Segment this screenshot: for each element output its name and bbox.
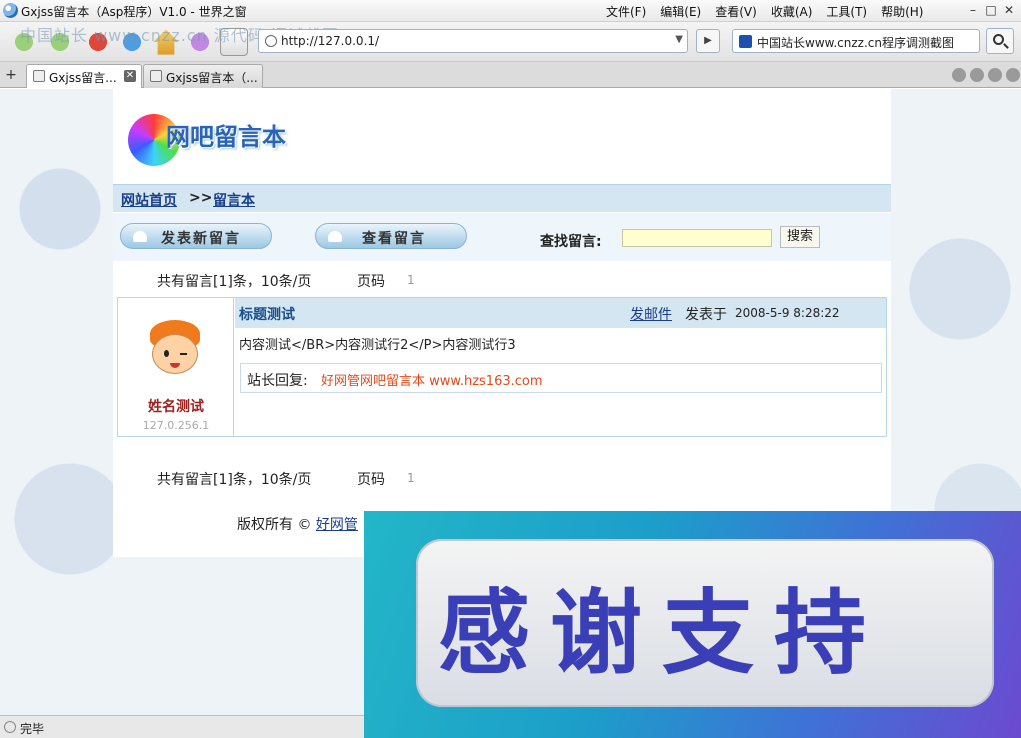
guestbook-container: 网吧留言本 网站首页 >> 留言本 发表新留言 查看留言 查找留言: 搜索 共有… xyxy=(113,89,891,557)
copyright-link[interactable]: 好网管 xyxy=(316,517,358,533)
tab-scroll-right-icon[interactable] xyxy=(988,68,1002,82)
new-tab-button[interactable]: + xyxy=(2,65,20,85)
pager-summary: 共有留言[1]条，10条/页 xyxy=(157,274,312,290)
status-text: 完毕 xyxy=(20,722,45,736)
copyright: 版权所有 © 好网管 xyxy=(237,514,358,534)
status-bar: 完毕 xyxy=(0,715,364,738)
menu-bar: 文件(F) 编辑(E) 查看(V) 收藏(A) 工具(T) 帮助(H) xyxy=(606,3,937,20)
author-ip: 127.0.256.1 xyxy=(142,419,210,432)
posted-label: 发表于 xyxy=(685,307,727,323)
message-header: 标题测试 发邮件 发表于 2008-5-9 8:28:22 xyxy=(235,298,886,328)
tab-list-icon[interactable] xyxy=(952,68,966,82)
reply-label: 站长回复: xyxy=(247,373,308,389)
message-card: 姓名测试 127.0.256.1 标题测试 发邮件 发表于 2008-5-9 8… xyxy=(117,297,887,437)
pager-summary: 共有留言[1]条，10条/页 xyxy=(157,472,312,488)
status-globe-icon xyxy=(4,721,16,733)
menu-view[interactable]: 查看(V) xyxy=(715,3,757,20)
avatar-face xyxy=(152,334,198,374)
view-messages-button[interactable]: 查看留言 xyxy=(315,223,467,249)
breadcrumb-separator: >> xyxy=(189,190,213,206)
page-icon xyxy=(150,70,162,82)
search-box[interactable]: 中国站长www.cnzz.cn程序调测截图 xyxy=(732,29,980,53)
globe-icon xyxy=(265,35,277,47)
avatar-wink xyxy=(180,353,187,355)
pager-top: 共有留言[1]条，10条/页 页码 1 xyxy=(113,265,891,293)
breadcrumb-current-link[interactable]: 留言本 xyxy=(213,190,255,210)
avatar xyxy=(144,320,206,382)
tab-scroll-left-icon[interactable] xyxy=(970,68,984,82)
avatar-eye xyxy=(164,350,169,357)
close-window-button[interactable]: ✕ xyxy=(1002,3,1016,17)
search-icon xyxy=(993,34,1004,45)
logo-text: 网吧留言本 xyxy=(166,123,286,151)
address-bar[interactable]: http://127.0.0.1/ ▼ xyxy=(258,29,688,53)
maximize-button[interactable]: □ xyxy=(984,3,998,17)
menu-help[interactable]: 帮助(H) xyxy=(881,3,923,20)
page-number-link[interactable]: 1 xyxy=(407,471,415,485)
pager-label: 页码 xyxy=(357,274,385,290)
new-message-button[interactable]: 发表新留言 xyxy=(120,223,272,249)
send-mail-link[interactable]: 发邮件 xyxy=(630,304,672,324)
tab-close-icon[interactable] xyxy=(1006,68,1020,82)
heart-icon xyxy=(328,231,342,242)
search-submit-button[interactable]: 搜索 xyxy=(780,226,820,248)
breadcrumb: 网站首页 >> 留言本 xyxy=(113,184,891,212)
author-name: 姓名测试 xyxy=(148,399,204,415)
message-date: 2008-5-9 8:28:22 xyxy=(735,306,840,320)
menu-edit[interactable]: 编辑(E) xyxy=(660,3,701,20)
menu-file[interactable]: 文件(F) xyxy=(606,3,646,20)
site-logo: 网吧留言本 xyxy=(128,114,318,169)
author-panel: 姓名测试 127.0.256.1 xyxy=(118,298,234,436)
search-engine-icon xyxy=(739,35,752,48)
chevron-down-icon[interactable]: ▼ xyxy=(675,34,683,45)
menu-tools[interactable]: 工具(T) xyxy=(826,3,867,20)
heart-icon xyxy=(133,231,147,242)
message-title: 标题测试 xyxy=(239,307,295,323)
reply-text: 好网管网吧留言本 www.hzs163.com xyxy=(321,374,543,389)
tab-bar: + Gxjss留言... ✕ Gxjss留言本（... xyxy=(0,62,1021,88)
copyright-prefix: 版权所有 © xyxy=(237,517,316,533)
page-icon xyxy=(33,70,45,82)
tab-label: Gxjss留言... xyxy=(49,71,117,85)
thanks-banner: 感谢支持 xyxy=(364,511,1021,738)
go-button[interactable]: ▶ xyxy=(696,29,720,53)
title-bar: Gxjss留言本（Asp程序）V1.0 - 世界之窗 文件(F) 编辑(E) 查… xyxy=(0,0,1021,22)
thanks-card: 感谢支持 xyxy=(416,539,994,707)
pager-label: 页码 xyxy=(357,472,385,488)
page-number-link[interactable]: 1 xyxy=(407,273,415,287)
search-icon-handle xyxy=(1003,43,1009,49)
pager-bottom: 共有留言[1]条，10条/页 页码 1 xyxy=(113,463,891,491)
breadcrumb-home-link[interactable]: 网站首页 xyxy=(121,190,177,210)
tab-1[interactable]: Gxjss留言... ✕ xyxy=(26,64,142,88)
search-input[interactable]: 中国站长www.cnzz.cn程序调测截图 xyxy=(757,34,954,51)
browser-logo-icon xyxy=(3,3,18,18)
thanks-text: 感谢支持 xyxy=(438,579,887,687)
menu-favorites[interactable]: 收藏(A) xyxy=(771,3,813,20)
close-tab-icon[interactable]: ✕ xyxy=(124,70,136,82)
tab-label: Gxjss留言本（... xyxy=(166,71,258,85)
find-label: 查找留言: xyxy=(540,234,602,250)
view-messages-label: 查看留言 xyxy=(362,231,426,247)
tab-2[interactable]: Gxjss留言本（... xyxy=(143,64,263,88)
address-input[interactable]: http://127.0.0.1/ xyxy=(281,34,379,48)
minimize-button[interactable]: – xyxy=(966,3,980,17)
admin-reply: 站长回复: 好网管网吧留言本 www.hzs163.com xyxy=(240,363,882,393)
action-bar: 发表新留言 查看留言 查找留言: 搜索 xyxy=(113,213,891,261)
search-button[interactable] xyxy=(986,28,1014,54)
find-input[interactable] xyxy=(622,229,772,247)
window-title: Gxjss留言本（Asp程序）V1.0 - 世界之窗 xyxy=(21,5,247,19)
message-content: 内容测试</BR>内容测试行2</P>内容测试行3 xyxy=(239,338,516,353)
new-message-label: 发表新留言 xyxy=(161,231,241,247)
